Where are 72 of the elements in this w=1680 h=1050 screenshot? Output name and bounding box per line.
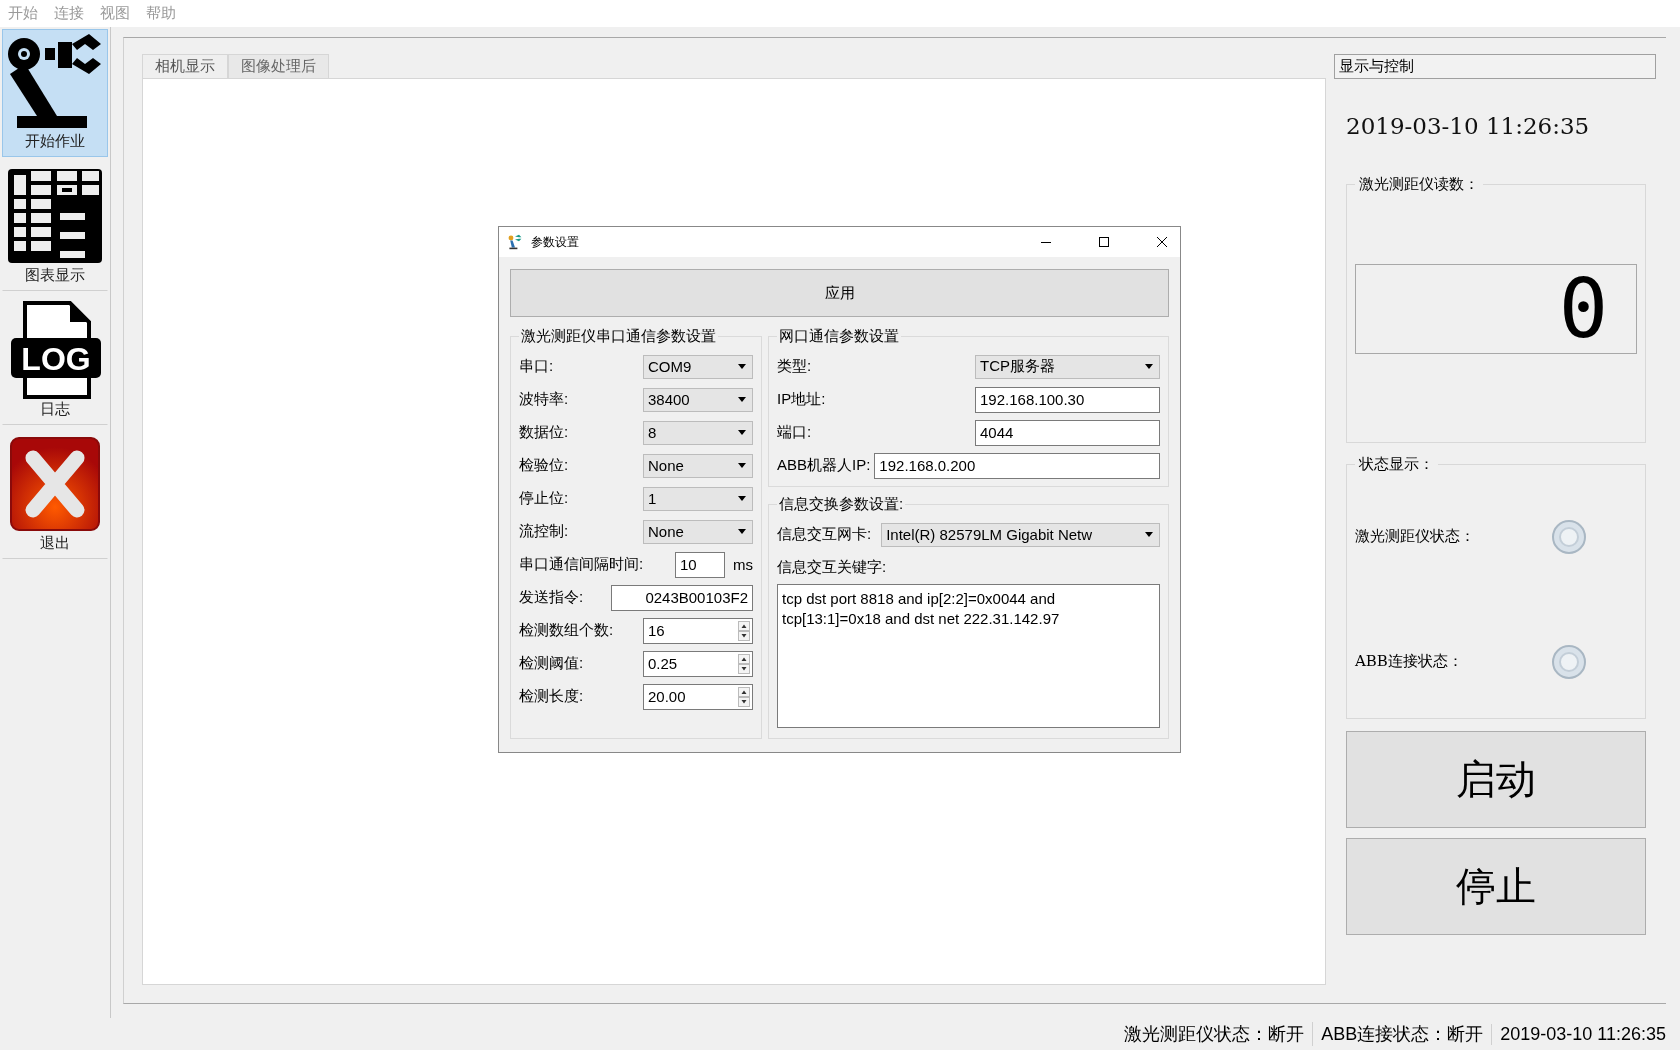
field-label: 端口: [777,423,812,442]
input-field[interactable]: 10 [675,551,725,578]
panel-title: 显示与控制 [1334,54,1656,79]
sidebar-item[interactable]: LOG 日志 [2,297,108,425]
spin-box[interactable]: 16 [643,617,753,644]
caret-icon [738,397,746,402]
status-label: 激光测距仪状态： [1355,527,1476,546]
input-field[interactable]: 0243B00103F2 [611,584,753,611]
field-label: 检测阈值: [519,654,584,673]
dropdown[interactable]: TCP服务器 [975,354,1160,379]
tab[interactable]: 相机显示 [142,54,228,78]
field-label: 停止位: [519,489,569,508]
caret-icon [738,430,746,435]
dropdown[interactable]: COM9 [643,354,753,379]
control-button[interactable]: 启动 [1346,731,1646,828]
caret-icon [1145,364,1153,369]
field-label: 检测数组个数: [519,621,614,640]
input-field[interactable]: 4044 [975,419,1160,446]
sidebar-item[interactable]: 退出 [2,431,108,559]
text-area[interactable]: tcp dst port 8818 and ip[2:2]=0x0044 and tcp[13:1]=0x18 and dst net 222.31.142.97 [777,584,1160,728]
field-label: ABB机器人IP: [777,456,871,475]
close-icon[interactable] [1156,236,1168,248]
dropdown[interactable]: 8 [643,420,753,445]
lcd-display: 0 [1355,264,1637,354]
dialog-title: 参数设置 [531,233,579,251]
sidebar-item[interactable]: 开始作业 [2,29,108,157]
caret-icon [738,529,746,534]
field-label: 串口: [519,357,554,376]
spin-arrows-icon [738,620,750,641]
dropdown[interactable]: None [643,453,753,478]
field-label: 数据位: [519,423,569,442]
caret-icon [738,463,746,468]
spin-box[interactable]: 0.25 [643,650,753,677]
status-text: 激光测距仪状态：断开 [1123,1023,1306,1046]
spin-arrows-icon [738,653,750,674]
field-label: 检测长度: [519,687,584,706]
field-label: 信息交互网卡: [777,525,872,544]
field-label: 信息交互关键字: [777,558,887,577]
dropdown[interactable]: 1 [643,486,753,511]
group-title: 网口通信参数设置 [778,327,900,346]
status-text: 2019-03-10 11:26:35 [1491,1023,1674,1045]
group-title: 激光测距仪串口通信参数设置 [520,327,717,346]
field-label: 波特率: [519,390,569,409]
spin-arrows-icon [738,686,750,707]
field-label: 串口通信间隔时间: [519,555,644,574]
maximize-icon[interactable] [1098,236,1110,248]
input-field[interactable]: 192.168.100.30 [975,386,1160,413]
unit-label: ms [733,556,753,573]
dropdown[interactable]: Intel(R) 82579LM Gigabit Netw [881,522,1160,547]
sidebar-item[interactable]: 图表显示 [2,163,108,291]
group-title: 状态显示： [1358,455,1435,474]
robot-arm-icon [507,234,523,250]
caret-icon [738,364,746,369]
status-label: ABB连接状态： [1355,652,1464,671]
spin-box[interactable]: 20.00 [643,683,753,710]
field-label: 流控制: [519,522,569,541]
caret-icon [738,496,746,501]
dropdown[interactable]: 38400 [643,387,753,412]
dropdown[interactable]: None [643,519,753,544]
apply-button[interactable]: 应用 [510,269,1169,317]
datetime-text: 2019-03-10 11:26:35 [1345,112,1591,141]
input-field[interactable]: 192.168.0.200 [874,452,1160,479]
group-title: 信息交换参数设置: [778,495,905,514]
status-text: ABB连接状态：断开 [1312,1022,1492,1046]
control-button[interactable]: 停止 [1346,838,1646,935]
field-label: 类型: [777,357,812,376]
field-label: 发送指令: [519,588,584,607]
tab[interactable]: 图像处理后 [228,54,329,78]
field-label: IP地址: [777,390,826,409]
caret-icon [1145,532,1153,537]
group-title: 激光测距仪读数： [1358,175,1480,194]
field-label: 检验位: [519,456,569,475]
